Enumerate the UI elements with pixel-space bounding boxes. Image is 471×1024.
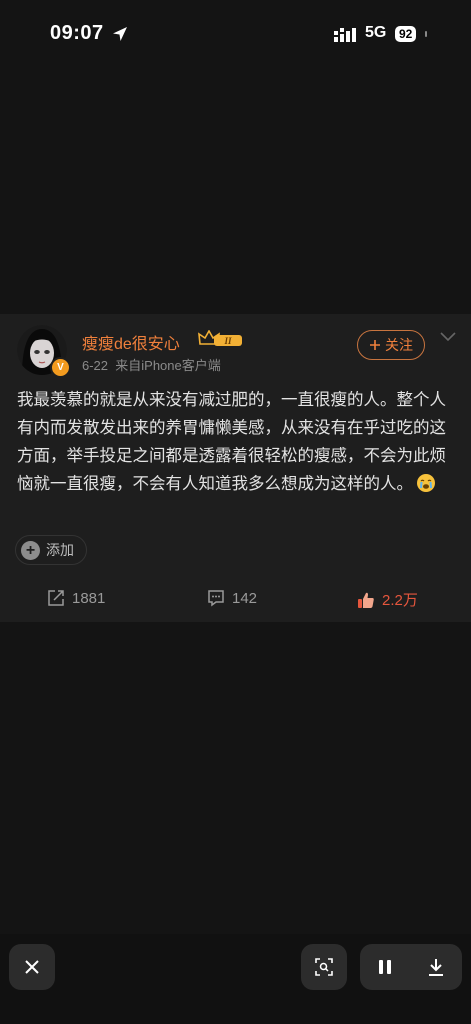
download-icon[interactable]	[426, 957, 446, 977]
like-count: 2.2万	[382, 592, 418, 609]
battery-tip	[425, 31, 427, 37]
add-label: 添加	[46, 542, 74, 558]
repost-button[interactable]: 1881	[47, 589, 105, 607]
username[interactable]: 瘦瘦de很安心	[82, 330, 180, 354]
follow-label: 关注	[385, 337, 413, 353]
post-source: 来自iPhone客户端	[115, 358, 221, 373]
battery-indicator: 92	[395, 26, 417, 42]
chevron-down-icon[interactable]	[440, 332, 456, 342]
close-icon	[25, 960, 39, 974]
post-card: V 瘦瘦de很安心 II 6-22 来自iPhone客户端 关注 我最羡慕的就是…	[0, 314, 471, 622]
network-type: 5G	[365, 24, 387, 41]
post-meta: 6-22 来自iPhone客户端	[82, 355, 221, 374]
media-controls	[360, 944, 462, 990]
pause-icon[interactable]	[377, 958, 393, 976]
crown-level-badge-icon: II	[198, 330, 242, 346]
post-text: 我最羡慕的就是从来没有减过肥的，一直很瘦的人。整个人有内而发散发出来的养胃慵懒美…	[17, 386, 457, 498]
repost-icon	[48, 590, 64, 606]
action-bar: 1881 142 2.2万	[0, 589, 471, 613]
signal-icon	[334, 28, 356, 42]
crying-face-emoji-icon	[417, 474, 435, 492]
location-arrow-icon	[113, 27, 127, 41]
add-topic-button[interactable]: + 添加	[15, 535, 87, 565]
post-date: 6-22	[82, 358, 109, 373]
close-button[interactable]	[9, 944, 55, 990]
verified-badge: V	[50, 357, 71, 378]
post-text-content: 我最羡慕的就是从来没有减过肥的，一直很瘦的人。整个人有内而发散发出来的养胃慵懒美…	[17, 391, 446, 493]
plus-icon	[370, 340, 380, 350]
level-badge-text: II	[223, 336, 232, 346]
status-time: 09:07	[50, 22, 104, 44]
repost-count: 1881	[72, 589, 106, 607]
scan-icon	[315, 958, 333, 976]
status-bar: 09:07 5G 92	[0, 0, 471, 70]
bottom-toolbar	[0, 934, 471, 1024]
like-button[interactable]: 2.2万	[357, 589, 418, 610]
screenshot-scan-button[interactable]	[301, 944, 347, 990]
comment-count: 142	[232, 589, 258, 607]
add-circle-icon: +	[21, 540, 40, 560]
thumbs-up-icon	[358, 592, 374, 608]
comment-button[interactable]: 142	[207, 589, 257, 607]
comment-icon	[208, 590, 224, 607]
follow-button[interactable]: 关注	[357, 330, 425, 360]
